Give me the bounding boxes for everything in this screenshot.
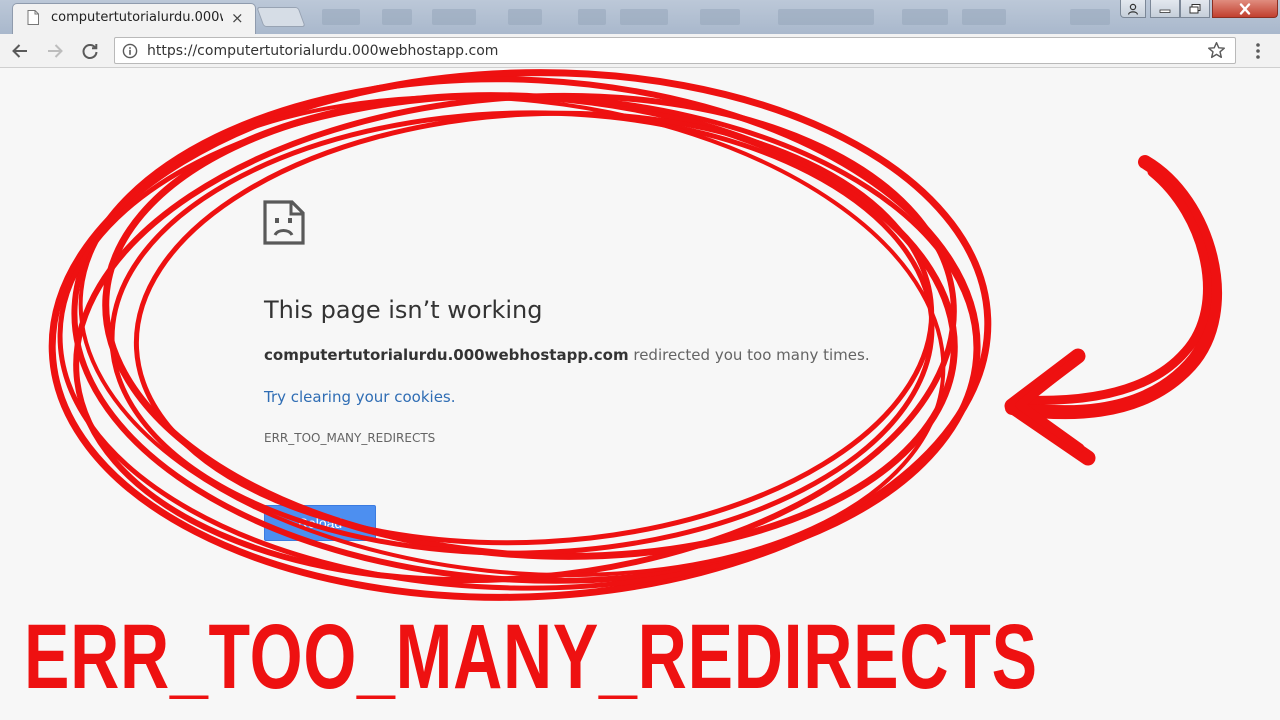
error-message: computertutorialurdu.000webhostapp.com r… [264, 346, 870, 364]
background-window-artifact [382, 9, 412, 25]
reload-icon [82, 44, 98, 59]
scribble-loop [109, 110, 935, 556]
tab-strip: computertutorialurdu.000webhostapp.com × [0, 0, 1280, 34]
bookmark-star-icon[interactable] [1207, 41, 1226, 60]
background-window-artifact [508, 9, 542, 25]
maximize-button[interactable] [1180, 0, 1210, 18]
new-tab-button[interactable] [256, 7, 306, 27]
forward-arrow-icon [48, 44, 63, 58]
maximize-icon [1189, 3, 1201, 13]
error-heading: This page isn’t working [264, 296, 543, 324]
background-window-artifact [322, 9, 360, 25]
red-arrow-shaft [1015, 167, 1212, 405]
minimize-icon [1159, 9, 1171, 13]
scribble-loop [73, 92, 957, 584]
background-window-artifact [778, 9, 874, 25]
reload-button[interactable]: Reload [264, 505, 376, 541]
scribble-loop [102, 92, 958, 560]
more-menu-icon[interactable] [1250, 41, 1266, 61]
scribble-loop [48, 69, 992, 601]
user-icon [1127, 3, 1139, 15]
sad-page-icon [263, 200, 305, 245]
scribble-loop [71, 76, 981, 584]
background-window-artifact [700, 9, 740, 25]
screenshot-stage: computertutorialurdu.000webhostapp.com × [0, 0, 1280, 720]
red-arrow-shaft [1005, 155, 1223, 420]
url-text[interactable]: https://computertutorialurdu.000webhosta… [147, 43, 498, 59]
error-caption: ERR_TOO_MANY_REDIRECTS [24, 606, 1038, 708]
scribble-loop [133, 110, 935, 546]
browser-tab[interactable]: computertutorialurdu.000webhostapp.com × [12, 3, 256, 34]
red-arrow-head [1015, 360, 1085, 453]
scribble-loop [78, 94, 946, 578]
close-icon [1239, 2, 1251, 15]
minimize-button[interactable] [1150, 0, 1180, 18]
error-message-text: redirected you too many times. [628, 346, 870, 364]
back-button[interactable] [9, 40, 31, 62]
page-icon [27, 10, 39, 25]
background-window-artifact [962, 9, 1006, 25]
forward-button[interactable] [44, 40, 66, 62]
background-window-artifact [432, 9, 476, 25]
error-domain: computertutorialurdu.000webhostapp.com [264, 346, 629, 364]
address-bar[interactable]: https://computertutorialurdu.000webhosta… [114, 37, 1236, 64]
reload-page-button[interactable] [79, 40, 101, 62]
red-arrow-head [1004, 348, 1096, 466]
background-window-artifact [1070, 9, 1110, 25]
browser-toolbar: https://computertutorialurdu.000webhosta… [0, 34, 1280, 68]
tab-close-icon[interactable]: × [231, 9, 244, 27]
tab-title: computertutorialurdu.000webhostapp.com [51, 10, 223, 25]
background-window-artifact [578, 9, 606, 25]
info-icon[interactable] [122, 43, 138, 59]
background-window-artifact [620, 9, 668, 25]
scribble-loop [57, 93, 979, 591]
background-window-artifact [902, 9, 948, 25]
clear-cookies-link[interactable]: Try clearing your cookies. [264, 388, 456, 406]
user-button[interactable] [1120, 0, 1146, 18]
back-arrow-icon [12, 44, 27, 58]
close-window-button[interactable] [1212, 0, 1278, 18]
error-code: ERR_TOO_MANY_REDIRECTS [264, 431, 436, 445]
